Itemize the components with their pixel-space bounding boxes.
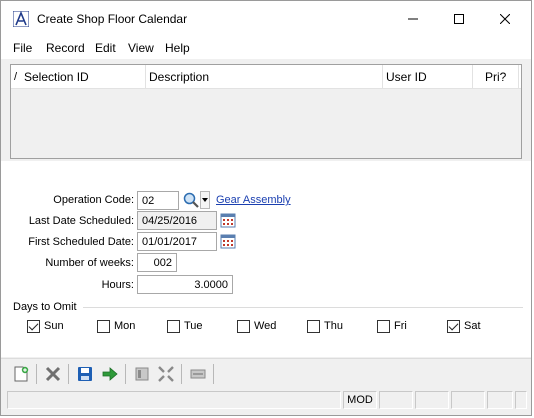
day-label: Mon <box>114 320 136 332</box>
omit-thu-checkbox[interactable]: Thu <box>307 318 343 334</box>
day-label: Sat <box>464 320 481 332</box>
process-button[interactable] <box>100 364 120 384</box>
menu-record[interactable]: Record <box>46 41 85 55</box>
checkbox-box[interactable] <box>447 319 460 333</box>
column-header-pri[interactable]: Pri? <box>473 65 519 89</box>
checkbox-box[interactable] <box>377 319 390 333</box>
days-to-omit-label: Days to Omit <box>13 301 77 313</box>
hours-input[interactable] <box>137 275 233 294</box>
checkbox-box[interactable] <box>307 319 320 333</box>
checkbox-box[interactable] <box>27 319 40 333</box>
toolbar <box>1 358 531 388</box>
toolbar-separator <box>213 364 214 384</box>
app-logo-icon <box>13 11 29 27</box>
status-mode-panel: MOD <box>343 391 377 409</box>
omit-tue-checkbox[interactable]: Tue <box>167 318 203 334</box>
checkbox-box[interactable] <box>97 319 110 333</box>
status-panel <box>451 391 485 409</box>
omit-fri-checkbox[interactable]: Fri <box>377 318 407 334</box>
omit-wed-checkbox[interactable]: Wed <box>237 318 276 334</box>
first-scheduled-date-label: First Scheduled Date: <box>28 236 134 248</box>
column-header-user-id[interactable]: User ID <box>383 65 473 89</box>
delete-icon <box>45 366 61 382</box>
new-record-icon <box>14 366 29 382</box>
chevron-down-icon <box>202 198 208 202</box>
delete-button[interactable] <box>43 364 63 384</box>
row-marker: / <box>14 71 18 83</box>
minimize-icon <box>408 18 418 20</box>
number-of-weeks-label: Number of weeks: <box>45 257 134 269</box>
close-button[interactable] <box>482 1 528 37</box>
maximize-icon <box>454 14 464 24</box>
window-title: Create Shop Floor Calendar <box>37 12 188 26</box>
first-record-button[interactable] <box>132 364 152 384</box>
search-icon <box>183 192 199 208</box>
toolbar-separator <box>125 364 126 384</box>
calendar-icon[interactable] <box>220 212 236 228</box>
title-bar[interactable]: Create Shop Floor Calendar <box>1 1 531 37</box>
status-panel <box>487 391 513 409</box>
menu-file[interactable]: File <box>13 41 32 55</box>
dropdown-button[interactable] <box>200 191 210 209</box>
column-header-selection-id[interactable]: / Selection ID <box>11 65 146 89</box>
last-date-scheduled-field <box>137 211 217 230</box>
toolbar-separator <box>181 364 182 384</box>
section-divider <box>83 307 523 308</box>
menu-bar: File Record Edit View Help <box>1 37 531 59</box>
status-message-panel <box>7 391 341 409</box>
operation-description-link[interactable]: Gear Assembly <box>216 194 291 206</box>
first-scheduled-date-input[interactable] <box>137 232 217 251</box>
day-label: Tue <box>184 320 203 332</box>
lookup-button[interactable] <box>182 191 200 209</box>
maximize-button[interactable] <box>436 1 482 37</box>
omit-sat-checkbox[interactable]: Sat <box>447 318 481 334</box>
toolbar-separator <box>68 364 69 384</box>
column-label: Selection ID <box>24 70 89 84</box>
omit-mon-checkbox[interactable]: Mon <box>97 318 135 334</box>
operation-code-label: Operation Code: <box>53 194 134 206</box>
first-icon <box>135 367 149 381</box>
grid-body[interactable] <box>11 89 521 158</box>
grid-header: / Selection ID Description User ID Pri? <box>11 65 521 89</box>
number-of-weeks-input[interactable] <box>137 253 177 272</box>
save-icon <box>78 367 92 381</box>
last-date-scheduled-label: Last Date Scheduled: <box>28 215 134 227</box>
toolbar-separator <box>36 364 37 384</box>
process-icon <box>102 367 118 381</box>
collapse-button[interactable] <box>156 364 176 384</box>
omit-sun-checkbox[interactable]: Sun <box>27 318 64 334</box>
selection-grid[interactable]: / Selection ID Description User ID Pri? <box>10 64 522 159</box>
day-label: Sun <box>44 320 64 332</box>
column-header-description[interactable]: Description <box>146 65 383 89</box>
collapse-icon <box>158 366 174 382</box>
menu-help[interactable]: Help <box>165 41 190 55</box>
status-panel <box>415 391 449 409</box>
day-label: Wed <box>254 320 277 332</box>
calendar-icon[interactable] <box>220 233 236 249</box>
close-icon <box>500 14 510 24</box>
minus-button[interactable] <box>188 364 208 384</box>
menu-view[interactable]: View <box>128 41 154 55</box>
day-label: Thu <box>324 320 343 332</box>
save-button[interactable] <box>75 364 95 384</box>
menu-edit[interactable]: Edit <box>95 41 116 55</box>
status-panel <box>379 391 413 409</box>
operation-code-input[interactable] <box>137 191 179 210</box>
status-bar: MOD <box>1 389 531 411</box>
app-window: Create Shop Floor Calendar File Record E… <box>0 0 532 416</box>
hours-label: Hours: <box>101 279 134 291</box>
minus-icon <box>190 369 206 379</box>
day-label: Fri <box>394 320 407 332</box>
checkbox-box[interactable] <box>167 319 180 333</box>
checkbox-box[interactable] <box>237 319 250 333</box>
minimize-button[interactable] <box>390 1 436 37</box>
resize-grip[interactable] <box>515 391 527 409</box>
new-record-button[interactable] <box>11 364 31 384</box>
